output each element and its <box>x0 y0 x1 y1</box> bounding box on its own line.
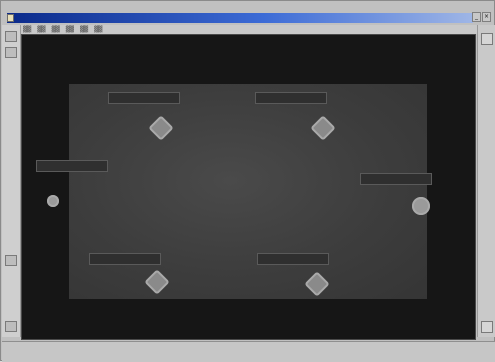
node-label-top-center <box>255 92 327 104</box>
menu-item-2[interactable] <box>37 25 44 34</box>
node-label-left <box>36 160 108 172</box>
canvas-region[interactable] <box>69 84 427 299</box>
node-shape-left[interactable] <box>47 195 59 207</box>
menu-item-4[interactable] <box>66 25 73 34</box>
right-tool-button-1[interactable] <box>481 33 493 45</box>
app-icon[interactable] <box>7 14 14 22</box>
right-toolbar <box>477 25 495 337</box>
node-label-top-left <box>108 92 180 104</box>
minimize-button[interactable]: _ <box>472 12 481 22</box>
close-button[interactable]: × <box>482 12 491 22</box>
tool-button-1[interactable] <box>5 31 17 42</box>
tool-button-2[interactable] <box>5 47 17 58</box>
left-toolbar <box>2 25 21 337</box>
status-bar <box>2 341 495 362</box>
drawing-canvas[interactable] <box>21 34 476 340</box>
menu-item-5[interactable] <box>80 25 87 34</box>
tool-button-3[interactable] <box>5 255 17 266</box>
title-bar[interactable]: _ × <box>7 12 491 23</box>
node-label-bottom-center <box>257 253 329 265</box>
tool-button-4[interactable] <box>5 321 17 332</box>
menu-item-3[interactable] <box>51 25 58 34</box>
right-tool-button-2[interactable] <box>481 321 493 333</box>
application-window: _ × <box>0 0 495 362</box>
menu-bar <box>7 25 494 34</box>
node-shape-right[interactable] <box>412 197 430 215</box>
menu-item-6[interactable] <box>94 25 101 34</box>
node-label-right <box>360 173 432 185</box>
window-controls: _ × <box>472 12 491 22</box>
node-label-bottom-left <box>89 253 161 265</box>
menu-item-1[interactable] <box>23 25 30 34</box>
